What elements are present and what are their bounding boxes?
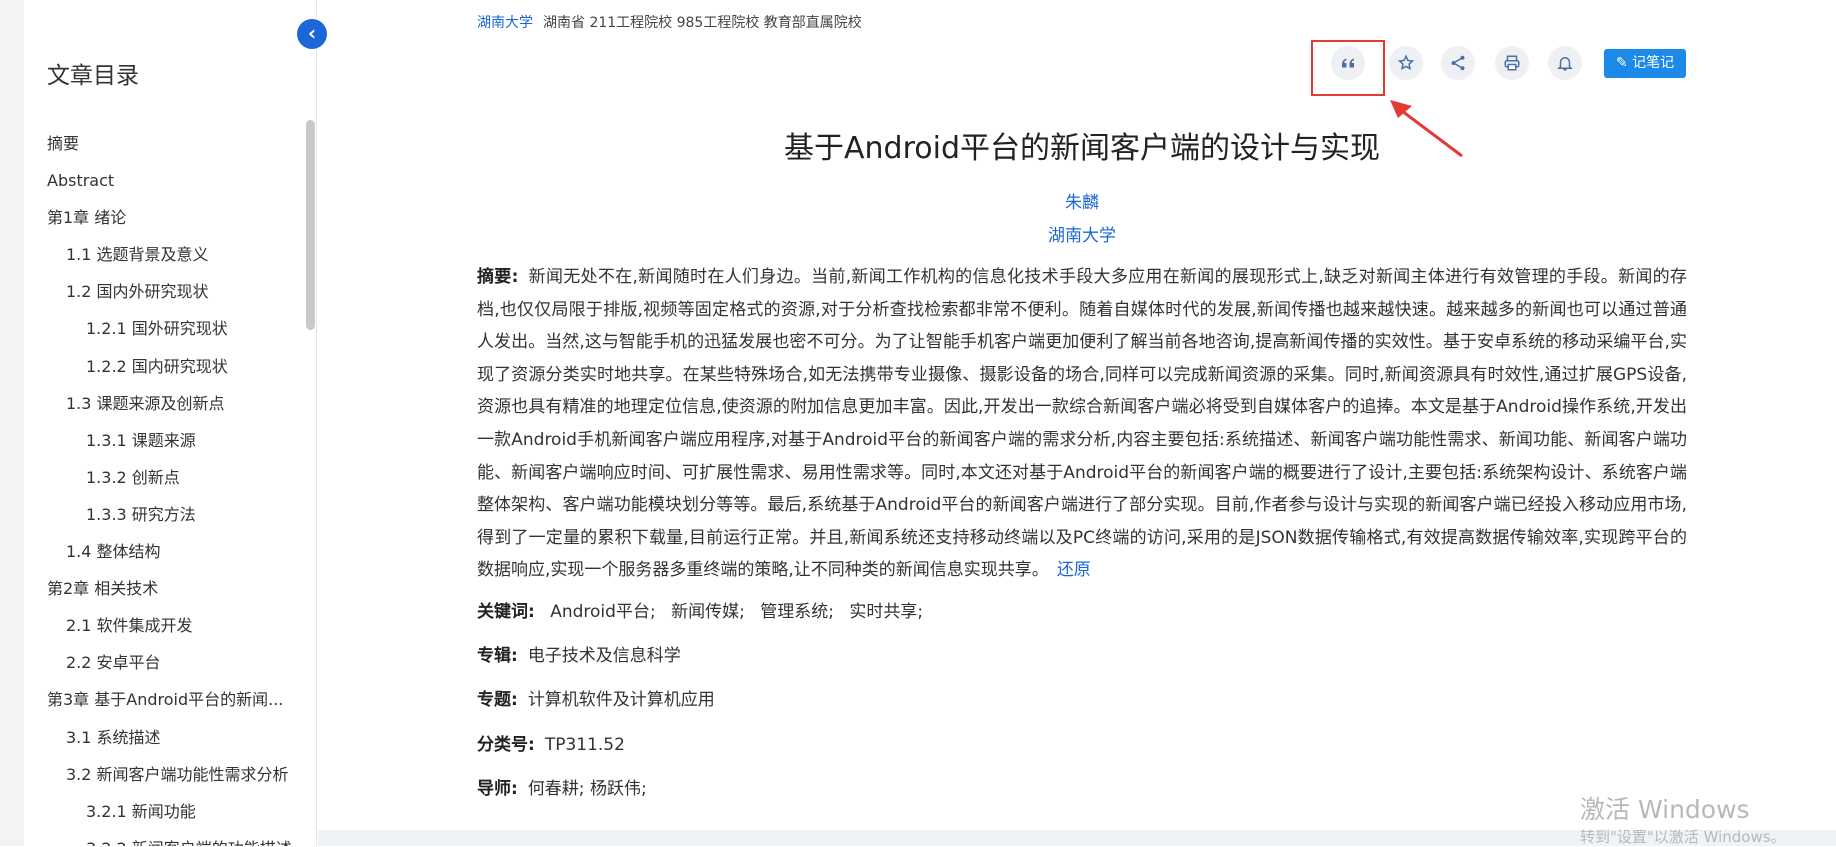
collapse-toc-button[interactable]: ‹ (297, 19, 327, 49)
toc-item[interactable]: 1.1 选题背景及意义 (47, 236, 297, 273)
advisor-value[interactable]: 何春耕; 杨跃伟; (528, 779, 647, 799)
series-value: 电子技术及信息科学 (527, 646, 681, 666)
toc-item[interactable]: 1.2.2 国内研究现状 (47, 348, 297, 385)
series-row: 专辑: 电子技术及信息科学 (477, 641, 681, 666)
toc-list: 摘要 Abstract 第1章 绪论 1.1 选题背景及意义 1.2 国内外研究现状 1.… (47, 125, 297, 846)
toc-item[interactable]: 2.2 安卓平台 (47, 644, 297, 681)
toc-item[interactable]: 第2章 相关技术 (47, 570, 297, 607)
left-gutter (0, 0, 24, 846)
series-label: 专辑: (477, 646, 518, 666)
university-tags: 湖南省 211工程院校 985工程院校 教育部直属院校 (543, 15, 862, 31)
keyword-link[interactable]: Android平台; (550, 602, 655, 622)
note-label: 记笔记 (1632, 55, 1675, 71)
article-title: 基于Android平台的新闻客户端的设计与实现 (784, 131, 1380, 166)
topic-label: 专题: (477, 690, 518, 710)
toc-scrollbar[interactable] (306, 120, 315, 330)
subscribe-button[interactable] (1548, 46, 1582, 80)
keyword-link[interactable]: 实时共享; (849, 602, 923, 622)
abstract-text: 新闻无处不在,新闻随时在人们身边。当前,新闻工作机构的信息化技术手段大多应用在新… (477, 267, 1687, 581)
toc-item[interactable]: 1.2.1 国外研究现状 (47, 310, 297, 347)
author-link[interactable]: 朱麟 (477, 188, 1687, 213)
abstract-label: 摘要: (477, 267, 519, 287)
abstract: 摘要: 新闻无处不在,新闻随时在人们身边。当前,新闻工作机构的信息化技术手段大多应… (477, 261, 1687, 587)
toc-item[interactable]: 1.3 课题来源及创新点 (47, 385, 297, 422)
toc-item[interactable]: 1.3.3 研究方法 (47, 496, 297, 533)
toc-panel: 文章目录 摘要 Abstract 第1章 绪论 1.1 选题背景及意义 1.2 国内外研… (24, 0, 317, 846)
toc-item[interactable]: 摘要 (47, 125, 297, 162)
affiliation-link[interactable]: 湖南大学 (477, 221, 1687, 246)
print-icon (1504, 55, 1520, 71)
toc-item[interactable]: 1.3.1 课题来源 (47, 422, 297, 459)
toc-item[interactable]: 1.3.2 创新点 (47, 459, 297, 496)
advisor-row: 导师: 何春耕; 杨跃伟; (477, 774, 647, 799)
toc-item[interactable]: 3.2.1 新闻功能 (47, 793, 297, 830)
advisor-label: 导师: (477, 779, 518, 799)
keyword-link[interactable]: 新闻传媒; (671, 602, 745, 622)
toc-item[interactable]: 第1章 绪论 (47, 199, 297, 236)
class-row: 分类号: TP311.52 (477, 730, 625, 755)
class-label: 分类号: (477, 735, 535, 755)
toc-item[interactable]: 3.2 新闻客户端功能性需求分析 (47, 756, 297, 793)
topic-row: 专题: 计算机软件及计算机应用 (477, 685, 715, 710)
print-button[interactable] (1495, 46, 1529, 80)
toc-title: 文章目录 (47, 63, 139, 89)
university-link[interactable]: 湖南大学 (477, 15, 533, 31)
restore-link[interactable]: 还原 (1057, 560, 1091, 580)
cite-button[interactable] (1331, 46, 1365, 80)
topic-value: 计算机软件及计算机应用 (527, 690, 715, 710)
toc-item[interactable]: 1.2 国内外研究现状 (47, 273, 297, 310)
share-button[interactable] (1441, 46, 1475, 80)
keyword-link[interactable]: 管理系统; (760, 602, 834, 622)
keywords-row: 关键词: Android平台; 新闻传媒; 管理系统; 实时共享; (477, 597, 933, 622)
windows-watermark-sub: 转到"设置"以激活 Windows。 (1580, 828, 1786, 846)
toc-item[interactable]: 2.1 软件集成开发 (47, 607, 297, 644)
share-icon (1451, 55, 1465, 71)
star-icon (1397, 54, 1415, 70)
toc-item[interactable]: 第3章 基于Android平台的新闻... (47, 681, 297, 718)
toc-item[interactable]: 1.4 整体结构 (47, 533, 297, 570)
class-value: TP311.52 (544, 735, 625, 755)
keywords-label: 关键词: (477, 602, 535, 622)
bell-icon (1557, 57, 1573, 71)
toc-item[interactable]: 3.2.2 新闻客户端的功能描述 (47, 830, 297, 846)
toc-item[interactable]: Abstract (47, 162, 297, 199)
edit-icon: ✎ (1615, 55, 1628, 71)
favorite-button[interactable] (1389, 46, 1423, 80)
windows-watermark: 激活 Windows (1580, 795, 1750, 824)
toc-item[interactable]: 3.1 系统描述 (47, 719, 297, 756)
take-note-button[interactable]: ✎ 记笔记 (1604, 49, 1686, 78)
university-line: 湖南大学 湖南省 211工程院校 985工程院校 教育部直属院校 (477, 12, 862, 32)
quote-icon (1342, 58, 1354, 68)
